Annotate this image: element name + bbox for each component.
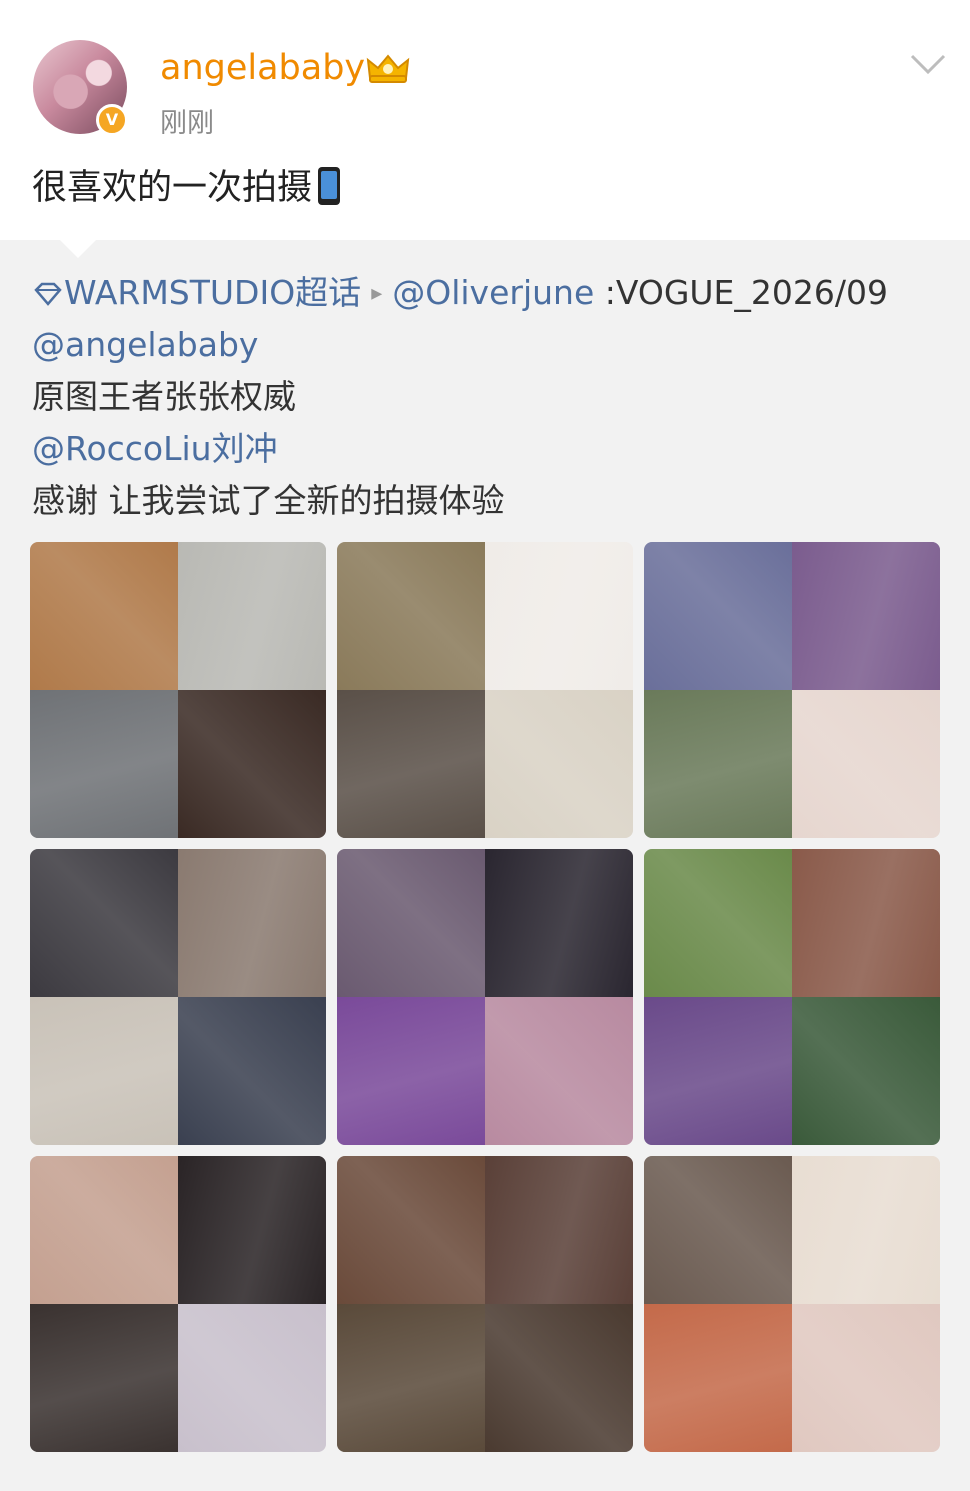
photo-panel <box>792 542 940 690</box>
post-timestamp: 刚刚 <box>160 108 214 139</box>
photo-panel <box>337 1156 485 1304</box>
mobile-phone-icon <box>318 167 341 205</box>
photo-panel <box>792 690 940 838</box>
photo-panel <box>30 690 178 838</box>
photo-4[interactable] <box>30 849 326 1145</box>
repost-line-1: 原图王者张张权威 <box>32 377 296 416</box>
photo-panel <box>30 849 178 997</box>
photo-panel <box>644 1156 792 1304</box>
photo-panel <box>178 690 326 838</box>
photo-8[interactable] <box>337 1156 633 1452</box>
username[interactable]: angelababy <box>160 46 365 90</box>
photo-panel <box>792 849 940 997</box>
author-link[interactable]: @Oliverjune <box>392 273 594 312</box>
photo-panel <box>337 1304 485 1452</box>
photo-1[interactable] <box>30 542 326 838</box>
photo-panel <box>30 1156 178 1304</box>
verified-badge-icon: V <box>96 104 128 136</box>
photo-panel <box>485 849 633 997</box>
post-text: 很喜欢的一次拍摄 <box>32 166 341 210</box>
mention-angelababy[interactable]: @angelababy <box>32 323 258 367</box>
photo-panel <box>485 1156 633 1304</box>
photo-panel <box>644 690 792 838</box>
photo-panel <box>485 997 633 1145</box>
photo-panel <box>178 849 326 997</box>
photo-3[interactable] <box>644 542 940 838</box>
photo-panel <box>178 1304 326 1452</box>
photo-2[interactable] <box>337 542 633 838</box>
photo-panel <box>644 1304 792 1452</box>
diamond-icon <box>34 282 62 306</box>
supertopic-link[interactable]: WARMSTUDIO超话 <box>64 273 361 312</box>
photo-panel <box>178 542 326 690</box>
repost-headline: :VOGUE_2026/09 <box>594 273 888 312</box>
photo-panel <box>337 690 485 838</box>
photo-panel <box>337 997 485 1145</box>
photo-panel <box>30 542 178 690</box>
photo-panel <box>337 849 485 997</box>
repost-header-line: WARMSTUDIO超话 ▸ @Oliverjune :VOGUE_2026/09 <box>32 271 888 316</box>
chevron-down-icon[interactable] <box>910 52 946 76</box>
mention-roccoliu[interactable]: @RoccoLiu刘冲 <box>32 427 278 471</box>
photo-panel <box>644 849 792 997</box>
photo-panel <box>178 997 326 1145</box>
photo-panel <box>485 690 633 838</box>
photo-panel <box>644 542 792 690</box>
photo-panel <box>485 542 633 690</box>
photo-7[interactable] <box>30 1156 326 1452</box>
photo-9[interactable] <box>644 1156 940 1452</box>
photo-panel <box>30 1304 178 1452</box>
repost-line-2: 感谢 让我尝试了全新的拍摄体验 <box>32 481 505 520</box>
photo-panel <box>30 997 178 1145</box>
weibo-post: V angelababy 刚刚 很喜欢的一次拍摄 <box>0 0 970 240</box>
photo-panel <box>178 1156 326 1304</box>
photo-6[interactable] <box>644 849 940 1145</box>
photo-panel <box>485 1304 633 1452</box>
crown-icon <box>366 54 410 83</box>
photo-5[interactable] <box>337 849 633 1145</box>
photo-panel <box>644 997 792 1145</box>
photo-panel <box>792 1156 940 1304</box>
post-text-content: 很喜欢的一次拍摄 <box>32 168 313 208</box>
photo-panel <box>792 1304 940 1452</box>
photo-panel <box>792 997 940 1145</box>
separator-icon: ▸ <box>371 281 383 306</box>
photo-panel <box>337 542 485 690</box>
